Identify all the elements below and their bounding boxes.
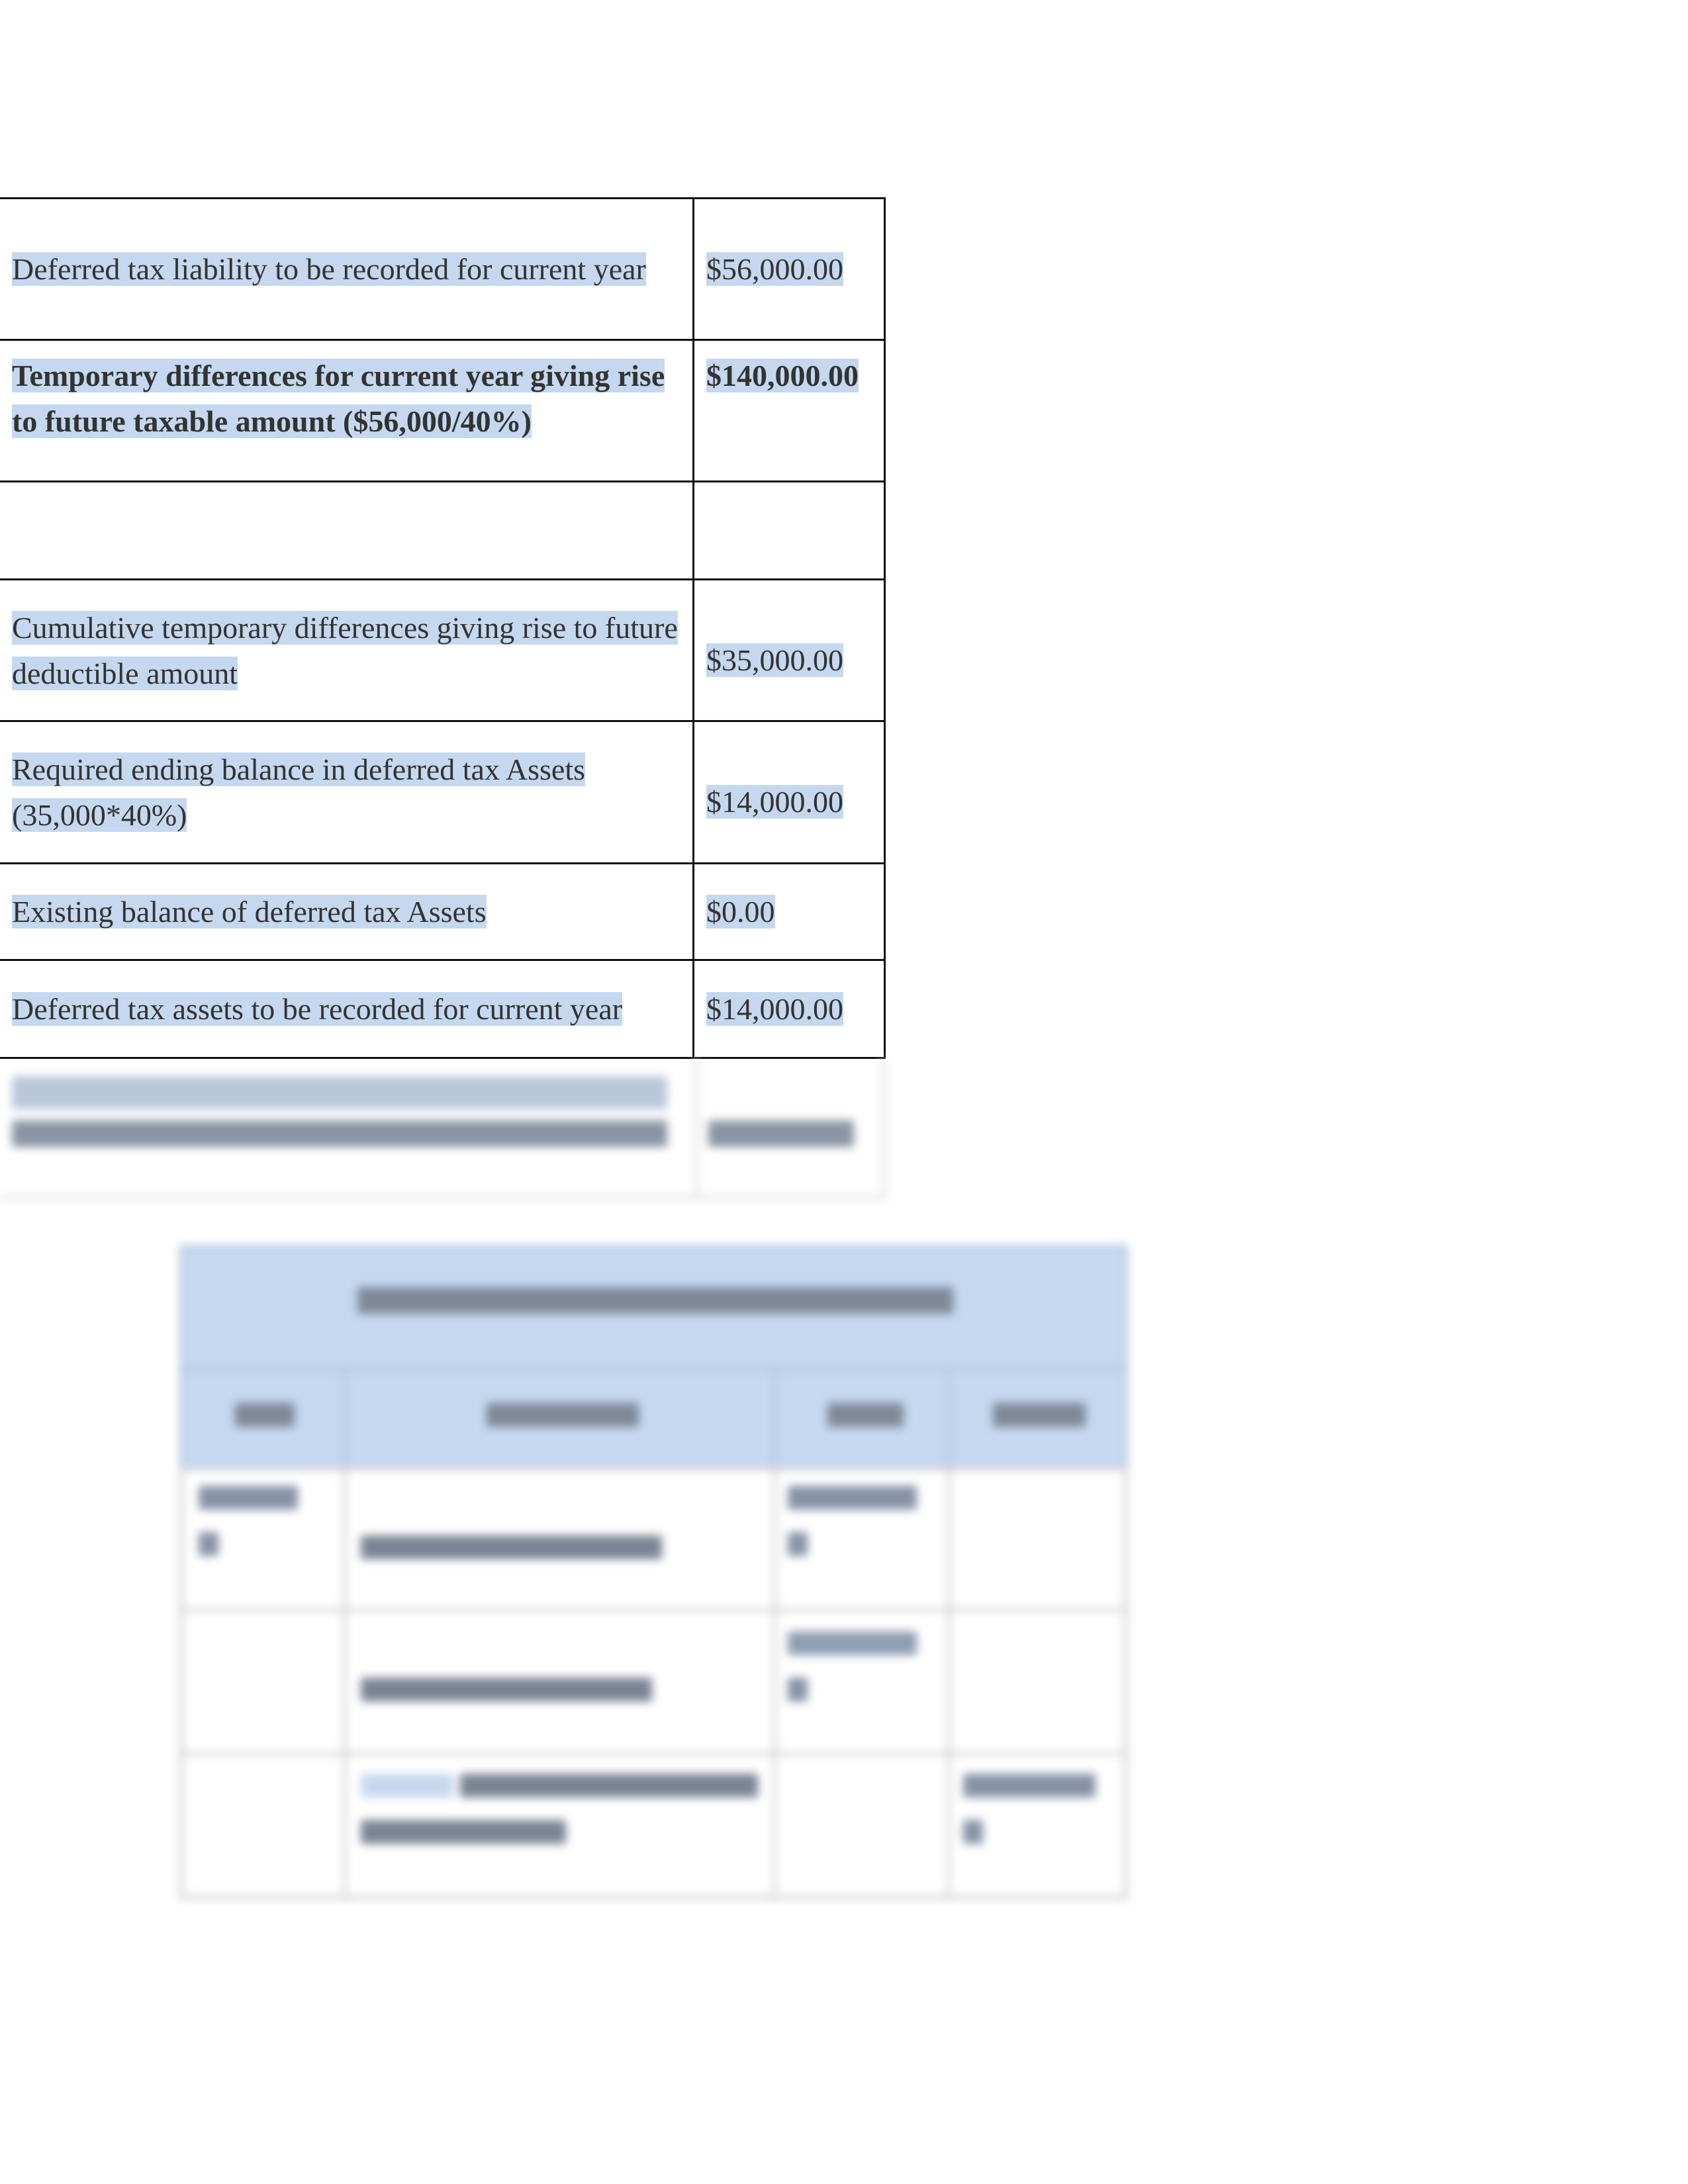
row-label-text: Deferred tax assets to be recorded for c… <box>12 992 623 1026</box>
blurred-text <box>487 1403 639 1427</box>
blurred-text <box>199 1532 218 1556</box>
row-label-text: Existing balance of deferred tax Assets <box>12 895 487 929</box>
blurred-text <box>963 1774 1096 1797</box>
row-value-text: $0.00 <box>706 895 775 929</box>
table-row: Deferred tax assets to be recorded for c… <box>0 959 886 1059</box>
row-value: $14,000.00 <box>692 720 886 864</box>
journal-cell <box>947 1608 1128 1755</box>
journal-cell <box>179 1608 346 1755</box>
table-row: Cumulative temporary differences giving … <box>0 578 886 722</box>
row-label-text: Required ending balance in deferred tax … <box>12 752 586 832</box>
journal-cell <box>947 1752 1128 1899</box>
blurred-text <box>708 1120 854 1147</box>
table-row-empty <box>0 480 886 580</box>
blurred-text <box>827 1403 904 1427</box>
blurred-text <box>788 1631 917 1655</box>
blurred-text <box>993 1403 1086 1427</box>
journal-table-frame <box>179 1245 1128 1899</box>
journal-cell <box>343 1467 776 1612</box>
journal-cell <box>947 1467 1128 1612</box>
row-value: $14,000.00 <box>692 959 886 1059</box>
blurred-text <box>357 1287 953 1314</box>
row-value: $0.00 <box>692 862 886 961</box>
blurred-text <box>963 1820 983 1844</box>
blurred-text <box>361 1535 662 1559</box>
blurred-highlight <box>361 1774 453 1797</box>
journal-header-date <box>179 1367 346 1471</box>
row-value-text: $140,000.00 <box>706 359 859 392</box>
row-value-text: $14,000.00 <box>706 785 843 819</box>
row-label: Deferred tax liability to be recorded fo… <box>0 197 694 341</box>
journal-header-credit <box>947 1367 1128 1471</box>
blurred-table-row <box>0 1058 887 1199</box>
blurred-text <box>12 1120 667 1147</box>
row-label-text: Temporary differences for current year g… <box>12 359 665 438</box>
row-value: $35,000.00 <box>692 578 886 722</box>
journal-cell <box>773 1467 951 1612</box>
journal-header-particulars <box>343 1367 776 1471</box>
deferred-tax-table: Deferred tax liability to be recorded fo… <box>0 197 886 1059</box>
row-value-text: $56,000.00 <box>706 252 843 286</box>
table-row: Deferred tax liability to be recorded fo… <box>0 197 886 341</box>
blurred-text <box>788 1678 808 1702</box>
row-value: $140,000.00 <box>692 339 886 482</box>
table-row: Existing balance of deferred tax Assets … <box>0 862 886 961</box>
blurred-text <box>788 1486 917 1510</box>
journal-cell <box>343 1608 776 1755</box>
journal-cell <box>773 1752 951 1899</box>
journal-cell <box>179 1752 346 1899</box>
row-label: Deferred tax assets to be recorded for c… <box>0 959 694 1059</box>
journal-header-debit <box>773 1367 951 1471</box>
journal-cell <box>773 1608 951 1755</box>
table-row: Required ending balance in deferred tax … <box>0 720 886 864</box>
row-value: $56,000.00 <box>692 197 886 341</box>
blurred-text <box>788 1532 808 1556</box>
row-label: Cumulative temporary differences giving … <box>0 578 694 722</box>
blurred-text <box>12 1076 667 1109</box>
row-label: Temporary differences for current year g… <box>0 339 694 482</box>
row-label <box>0 480 694 580</box>
row-label: Required ending balance in deferred tax … <box>0 720 694 864</box>
row-label-text: Deferred tax liability to be recorded fo… <box>12 252 646 286</box>
row-value-text: $35,000.00 <box>706 643 843 677</box>
row-value <box>692 480 886 580</box>
blurred-text <box>199 1486 298 1510</box>
blurred-text <box>361 1820 566 1844</box>
row-label: Existing balance of deferred tax Assets <box>0 862 694 961</box>
blurred-divider <box>695 1058 698 1199</box>
row-label-text: Cumulative temporary differences giving … <box>12 610 678 690</box>
journal-cell <box>179 1467 346 1612</box>
table-row: Temporary differences for current year g… <box>0 339 886 482</box>
journal-title-cell <box>179 1245 1128 1371</box>
blurred-text <box>235 1403 295 1427</box>
blurred-text <box>460 1774 758 1797</box>
blurred-text <box>361 1678 652 1702</box>
journal-cell <box>343 1752 776 1899</box>
row-value-text: $14,000.00 <box>706 992 843 1026</box>
